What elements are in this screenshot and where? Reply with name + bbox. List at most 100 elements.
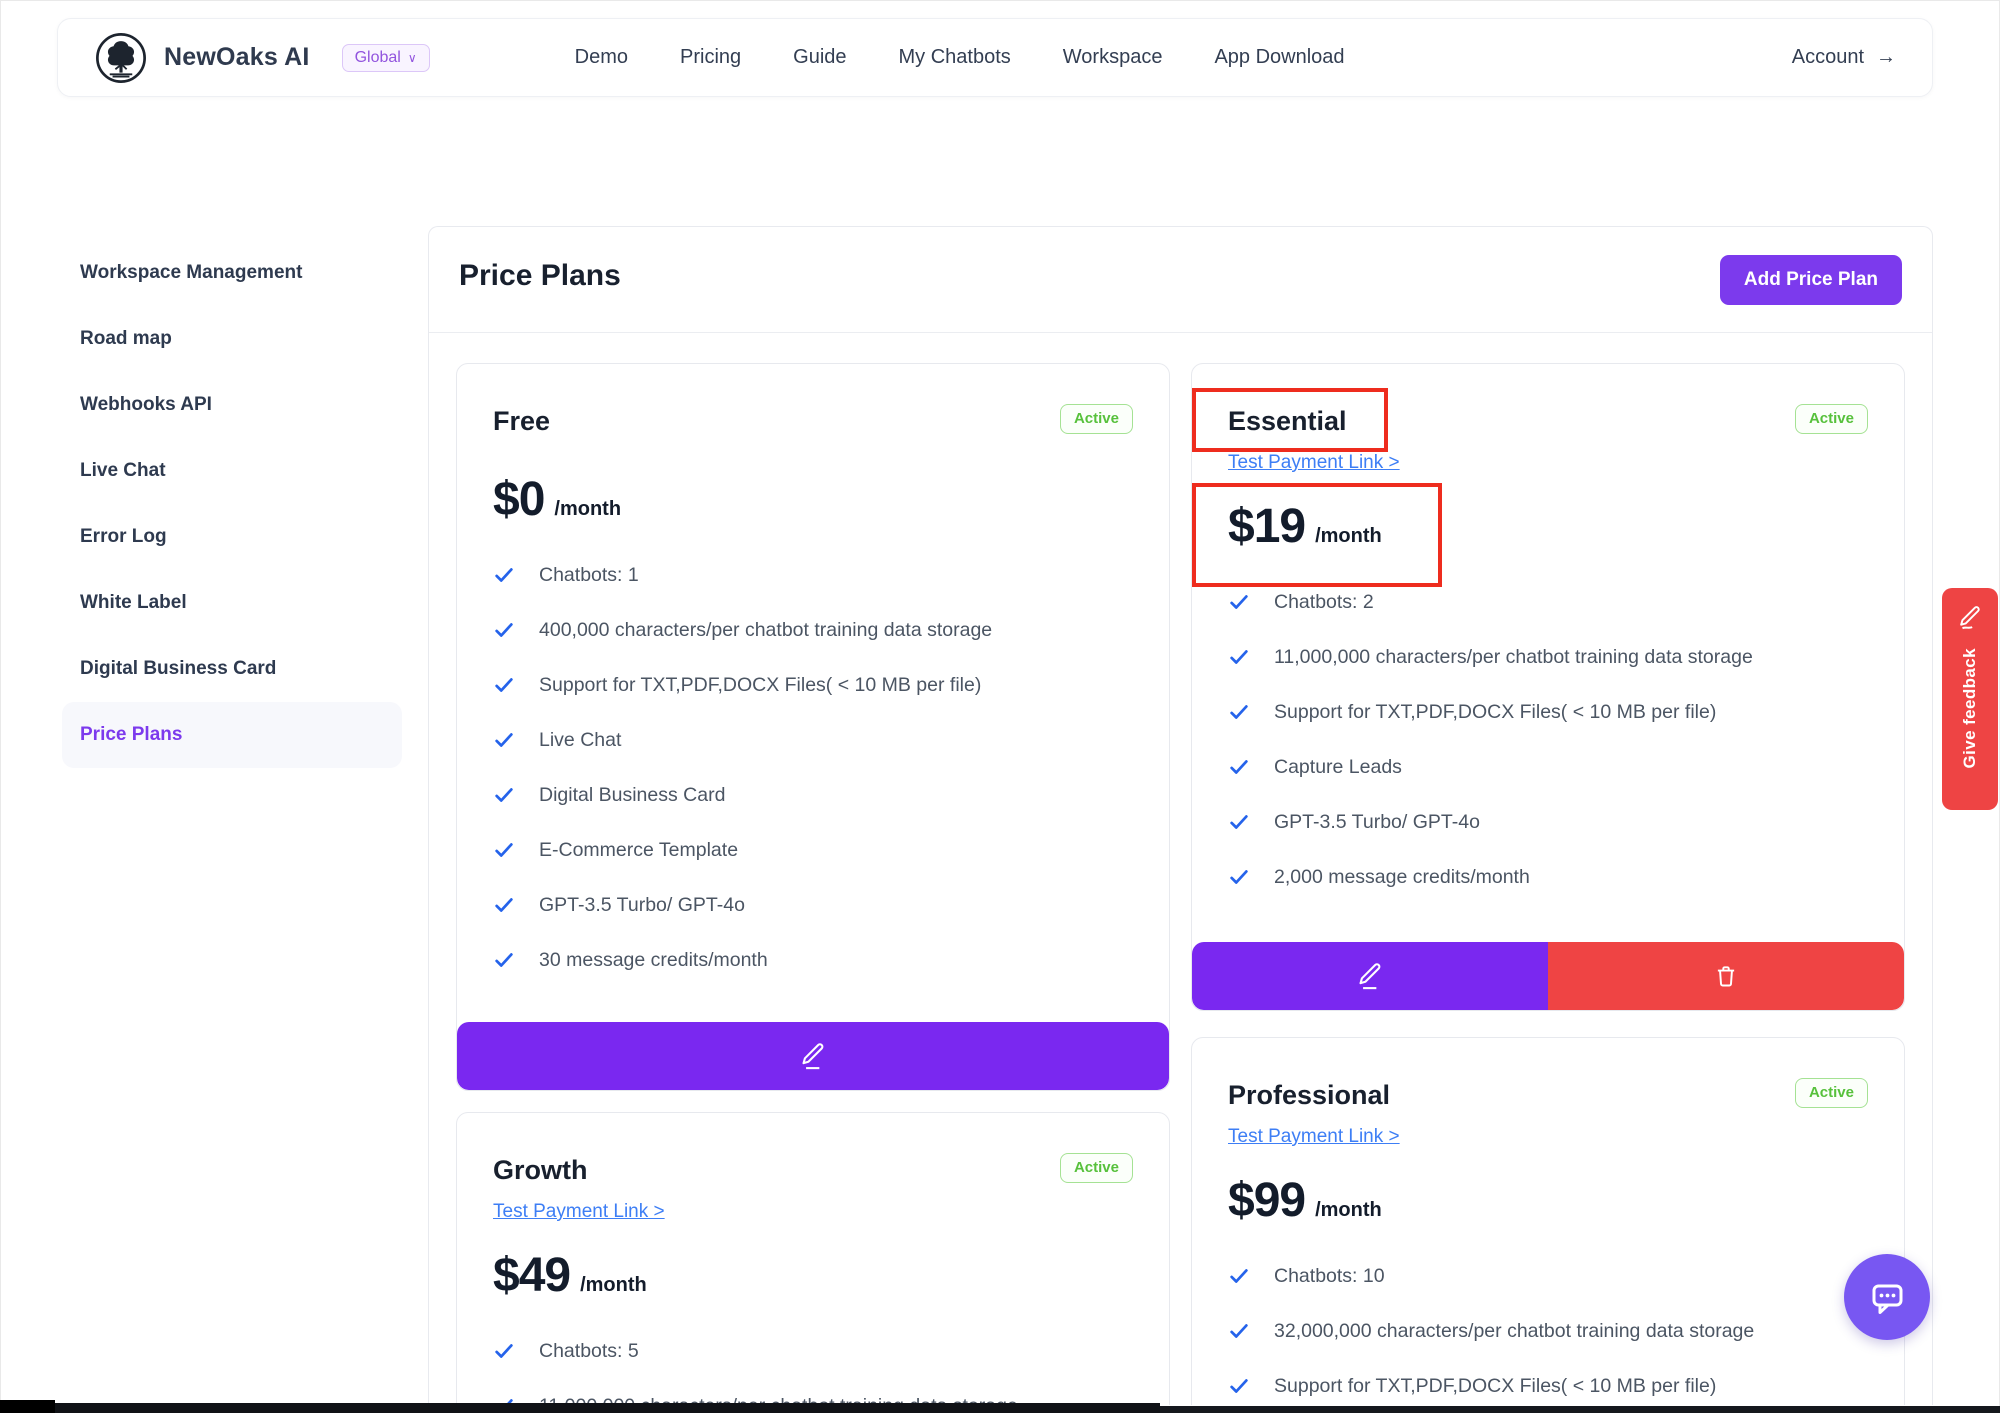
feature-text: Chatbots: 2 [1274, 590, 1374, 614]
feature-list: Chatbots: 1 400,000 characters/per chatb… [493, 563, 1133, 972]
feature-item: Chatbots: 1 [493, 563, 1133, 587]
sidebar-item-workspace-management[interactable]: Workspace Management [62, 240, 402, 306]
plan-name: Professional [1228, 1078, 1390, 1112]
screen-bottom-bar [28, 1403, 1160, 1413]
feature-item: GPT-3.5 Turbo/ GPT-4o [493, 893, 1133, 917]
feature-text: 11,000,000 characters/per chatbot traini… [1274, 645, 1753, 669]
feedback-label: Give feedback [1960, 648, 1980, 768]
feature-text: Support for TXT,PDF,DOCX Files( < 10 MB … [539, 673, 981, 697]
feature-item: Chatbots: 2 [1228, 590, 1868, 614]
sidebar-item-error-log[interactable]: Error Log [62, 504, 402, 570]
test-payment-link[interactable]: Test Payment Link > [493, 1197, 665, 1226]
nav-demo[interactable]: Demo [575, 46, 628, 69]
nav-my-chatbots[interactable]: My Chatbots [899, 46, 1011, 69]
check-icon [493, 1340, 515, 1362]
settings-sidebar: Workspace Management Road map Webhooks A… [62, 240, 402, 768]
sidebar-item-webhooks-api[interactable]: Webhooks API [62, 372, 402, 438]
pencil-icon [799, 1041, 827, 1071]
feature-text: Chatbots: 1 [539, 563, 639, 587]
feature-item: 2,000 message credits/month [1228, 865, 1868, 889]
feature-text: E-Commerce Template [539, 838, 738, 862]
check-icon [1228, 866, 1250, 888]
feature-text: 30 message credits/month [539, 948, 768, 972]
trash-icon [1713, 963, 1739, 989]
feature-item: Support for TXT,PDF,DOCX Files( < 10 MB … [493, 673, 1133, 697]
chat-bubble-icon [1863, 1273, 1911, 1321]
check-icon [1228, 811, 1250, 833]
feature-item: Capture Leads [1228, 755, 1868, 779]
feature-text: GPT-3.5 Turbo/ GPT-4o [539, 893, 745, 917]
feature-text: Support for TXT,PDF,DOCX Files( < 10 MB … [1274, 700, 1716, 724]
status-badge: Active [1795, 404, 1868, 434]
nav-workspace[interactable]: Workspace [1063, 46, 1163, 69]
plan-period: /month [1315, 525, 1382, 548]
check-icon [1228, 591, 1250, 613]
feature-text: Chatbots: 5 [539, 1339, 639, 1363]
plan-price: $99 [1228, 1173, 1305, 1228]
screen-bottom-corner-block [0, 1400, 55, 1413]
feature-item: 11,000,000 characters/per chatbot traini… [1228, 645, 1868, 669]
chat-widget-button[interactable] [1844, 1254, 1930, 1340]
plan-card-professional: Professional Active Test Payment Link > … [1191, 1037, 1905, 1405]
status-badge: Active [1060, 404, 1133, 434]
brand-name: NewOaks AI [164, 43, 310, 72]
plan-card-growth: Growth Active Test Payment Link > $49 /m… [456, 1112, 1170, 1405]
account-menu[interactable]: Account → [1792, 46, 1896, 69]
nav-guide[interactable]: Guide [793, 46, 846, 69]
check-icon [493, 839, 515, 861]
price-plans-panel: Price Plans Add Price Plan Free Active $… [428, 226, 1933, 1405]
plan-period: /month [1315, 1199, 1382, 1222]
feature-text: Live Chat [539, 728, 621, 752]
price-plans-page: NewOaks AI Global ∨ Demo Pricing Guide M… [0, 0, 2000, 1413]
feature-item: Support for TXT,PDF,DOCX Files( < 10 MB … [1228, 700, 1868, 724]
check-icon [493, 564, 515, 586]
feature-item: 400,000 characters/per chatbot training … [493, 618, 1133, 642]
sidebar-item-live-chat[interactable]: Live Chat [62, 438, 402, 504]
sidebar-item-price-plans[interactable]: Price Plans [62, 702, 402, 768]
sidebar-item-digital-business-card[interactable]: Digital Business Card [62, 636, 402, 702]
check-icon [1228, 701, 1250, 723]
plan-price: $0 [493, 472, 544, 527]
plan-period: /month [554, 498, 621, 521]
edit-plan-button[interactable] [457, 1022, 1169, 1090]
plan-price: $19 [1228, 499, 1305, 554]
plan-name: Free [493, 404, 550, 438]
feature-item: Live Chat [493, 728, 1133, 752]
feature-text: GPT-3.5 Turbo/ GPT-4o [1274, 810, 1480, 834]
feature-item: Support for TXT,PDF,DOCX Files( < 10 MB … [1228, 1374, 1868, 1398]
check-icon [1228, 1265, 1250, 1287]
feature-text: 32,000,000 characters/per chatbot traini… [1274, 1319, 1754, 1343]
feature-item: 30 message credits/month [493, 948, 1133, 972]
nav-app-download[interactable]: App Download [1214, 46, 1344, 69]
feature-item: 32,000,000 characters/per chatbot traini… [1228, 1319, 1868, 1343]
feature-list: Chatbots: 10 32,000,000 characters/per c… [1228, 1264, 1868, 1398]
nav-pricing[interactable]: Pricing [680, 46, 741, 69]
plan-name: Essential [1228, 404, 1347, 438]
check-icon [493, 894, 515, 916]
brand: NewOaks AI Global ∨ [94, 31, 430, 85]
chevron-down-icon: ∨ [408, 51, 417, 65]
arrow-right-icon: → [1876, 46, 1896, 69]
test-payment-link[interactable]: Test Payment Link > [1228, 1122, 1400, 1151]
pencil-icon [1957, 604, 1983, 632]
sidebar-item-white-label[interactable]: White Label [62, 570, 402, 636]
add-price-plan-button[interactable]: Add Price Plan [1720, 255, 1902, 305]
check-icon [493, 949, 515, 971]
give-feedback-tab[interactable]: Give feedback [1942, 588, 1998, 810]
feature-list: Chatbots: 5 11,000,000 characters/per ch… [493, 1339, 1133, 1405]
edit-plan-button[interactable] [1192, 942, 1548, 1010]
region-selector[interactable]: Global ∨ [342, 44, 430, 72]
feature-text: 2,000 message credits/month [1274, 865, 1530, 889]
plan-price: $49 [493, 1248, 570, 1303]
feature-list: Chatbots: 2 11,000,000 characters/per ch… [1228, 590, 1868, 889]
test-payment-link[interactable]: Test Payment Link > [1228, 448, 1400, 477]
check-icon [493, 784, 515, 806]
plan-actions [1192, 942, 1904, 1010]
feature-text: Chatbots: 10 [1274, 1264, 1385, 1288]
feature-item: E-Commerce Template [493, 838, 1133, 862]
check-icon [1228, 756, 1250, 778]
status-badge: Active [1060, 1153, 1133, 1183]
feature-item: Chatbots: 10 [1228, 1264, 1868, 1288]
sidebar-item-road-map[interactable]: Road map [62, 306, 402, 372]
delete-plan-button[interactable] [1548, 942, 1904, 1010]
